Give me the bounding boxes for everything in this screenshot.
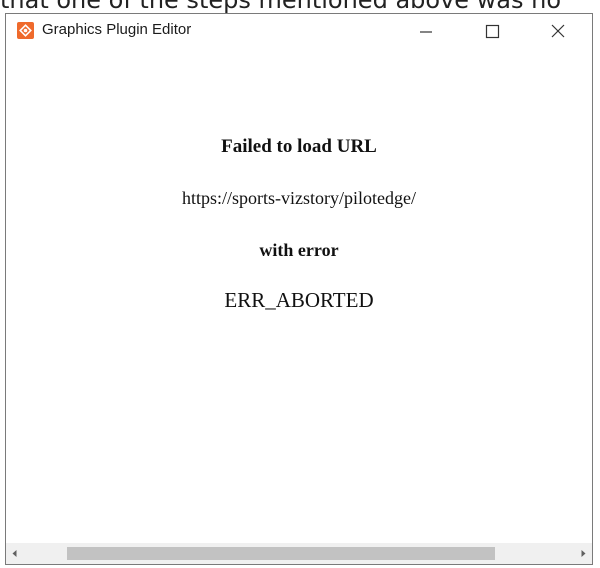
failed-url: https://sports-vizstory/pilotedge/ [182,188,416,208]
plugin-editor-window: Graphics Plugin Editor Failed to load UR… [5,13,593,565]
error-page: Failed to load URL https://sports-vizsto… [6,50,592,543]
background-caption-fragment: that one of the steps mentioned above wa… [0,0,600,14]
scroll-right-arrow-icon [581,550,586,557]
close-button[interactable] [532,14,584,48]
error-label: with error [259,240,339,260]
maximize-icon [485,24,500,39]
minimize-icon [420,31,432,33]
error-code: ERR_ABORTED [224,288,374,312]
minimize-button[interactable] [400,14,452,48]
horizontal-scrollbar[interactable] [6,543,592,564]
scroll-right-button[interactable] [574,543,592,564]
graphics-plugin-app-icon[interactable] [17,22,34,39]
close-icon [551,24,565,38]
window-title: Graphics Plugin Editor [42,21,192,38]
maximize-button[interactable] [466,14,518,48]
scroll-left-arrow-icon [12,550,17,557]
scrollbar-thumb[interactable] [67,547,495,560]
error-heading: Failed to load URL [221,136,377,157]
title-bar[interactable]: Graphics Plugin Editor [6,14,592,50]
caption-text: that one of the steps mentioned above wa… [0,0,562,14]
scroll-left-button[interactable] [6,543,24,564]
